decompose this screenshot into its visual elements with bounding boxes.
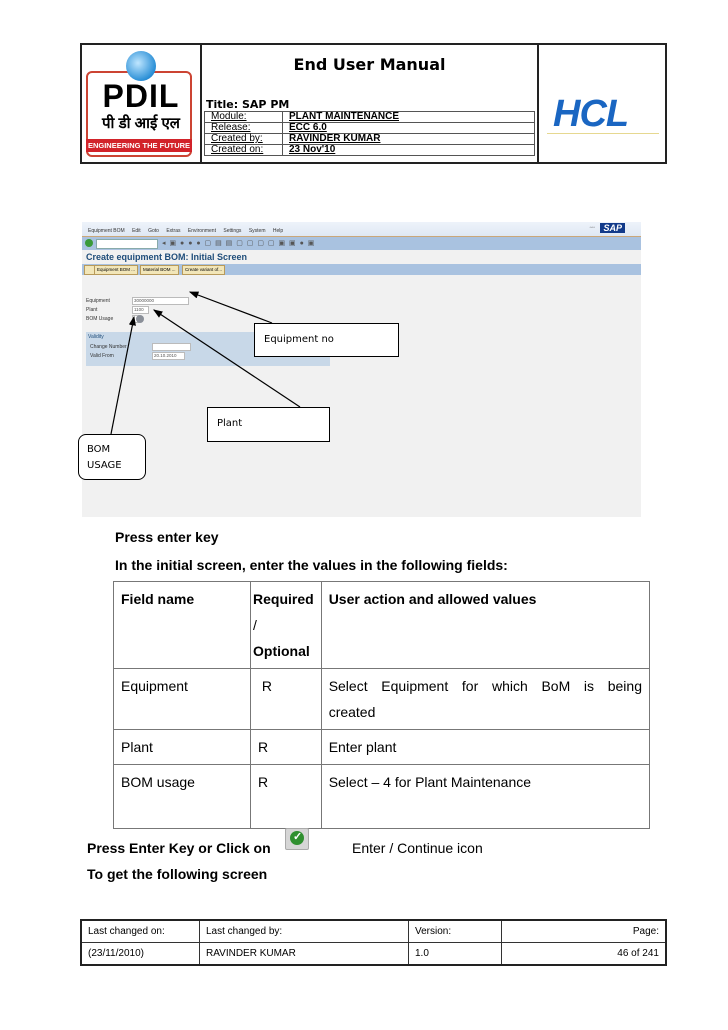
footer-label: Last changed by: bbox=[199, 919, 409, 943]
cell-action: Select Equipment for which BoM is being c… bbox=[320, 668, 651, 730]
table-row: Plant R Enter plant bbox=[113, 729, 651, 765]
callout-plant: Plant bbox=[207, 407, 330, 442]
meta-value: RAVINDER KUMAR bbox=[282, 133, 535, 145]
callout-bom-text-1: BOM bbox=[87, 444, 111, 455]
document-header: PDIL पी डी आई एल ENGINEERING THE FUTURE … bbox=[80, 43, 667, 164]
globe-icon bbox=[126, 51, 156, 81]
footer-label: Last changed on: bbox=[80, 919, 200, 943]
callout-bom-usage: BOM USAGE bbox=[78, 434, 146, 480]
sap-screenshot: Equipment BOM Edit Goto Extras Environme… bbox=[78, 222, 641, 517]
footer-label-row: Last changed on: Last changed by: Versio… bbox=[80, 919, 667, 943]
last-changed-on: (23/11/2010) bbox=[80, 942, 200, 966]
pdil-logo-hindi: पी डी आई एल bbox=[102, 115, 180, 132]
cell-required: R bbox=[250, 668, 322, 730]
meta-value: PLANT MAINTENANCE bbox=[282, 111, 535, 123]
page-number: 46 of 241 bbox=[501, 942, 667, 966]
callout-arrows bbox=[110, 291, 301, 435]
fields-table: Field name Required / Optional User action… bbox=[113, 581, 651, 829]
meta-table: Module: PLANT MAINTENANCE Release: ECC 6.0… bbox=[204, 111, 535, 156]
header-user-action: User action and allowed values bbox=[320, 581, 651, 669]
cell-field: Equipment bbox=[113, 668, 251, 730]
meta-key: Release: bbox=[204, 122, 283, 134]
press-enter-text: Press enter key bbox=[115, 529, 219, 545]
cell-action: Select – 4 for Plant Maintenance bbox=[320, 764, 651, 829]
meta-key: Created on: bbox=[204, 144, 283, 156]
table-row: BOM usage R Select – 4 for Plant Mainten… bbox=[113, 764, 651, 829]
callout-plant-text: Plant bbox=[217, 418, 243, 429]
cell-required: R bbox=[250, 764, 322, 829]
header-field-name: Field name bbox=[113, 581, 251, 669]
hcl-logo-cell: HCL bbox=[539, 45, 665, 162]
meta-row: Release: ECC 6.0 bbox=[204, 122, 535, 134]
meta-row: Module: PLANT MAINTENANCE bbox=[204, 111, 535, 123]
header-required-optional: Required / Optional bbox=[250, 581, 322, 669]
callout-equipment-text: Equipment no bbox=[264, 334, 334, 345]
last-changed-by: RAVINDER KUMAR bbox=[199, 942, 409, 966]
cell-action: Enter plant bbox=[320, 729, 651, 765]
meta-key: Created by: bbox=[204, 133, 283, 145]
bom-usage-arrow bbox=[110, 315, 136, 435]
footer-label: Page: bbox=[501, 919, 667, 943]
document-title: End User Manual bbox=[293, 55, 446, 74]
cell-field: Plant bbox=[113, 729, 251, 765]
title-line: Title: SAP PM bbox=[206, 98, 290, 111]
callout-bom-text-2: USAGE bbox=[87, 460, 122, 471]
document-footer: Last changed on: Last changed by: Versio… bbox=[80, 919, 667, 966]
meta-row: Created on: 23 Nov'10 bbox=[204, 144, 535, 156]
meta-value: ECC 6.0 bbox=[282, 122, 535, 134]
enter-continue-icon: ✓ bbox=[285, 828, 309, 850]
cell-required: R bbox=[250, 729, 322, 765]
meta-row: Created by: RAVINDER KUMAR bbox=[204, 133, 535, 145]
enter-icon-label: Enter / Continue icon bbox=[352, 840, 483, 856]
version: 1.0 bbox=[408, 942, 502, 966]
footer-label: Version: bbox=[408, 919, 502, 943]
hcl-logo: HCL bbox=[553, 93, 629, 135]
hcl-underline bbox=[547, 133, 659, 134]
pdil-logo: PDIL पी डी आई एल ENGINEERING THE FUTURE bbox=[82, 45, 202, 162]
cell-field: BOM usage bbox=[113, 764, 251, 829]
header-title-cell: End User Manual Title: SAP PM Module: PLA… bbox=[202, 45, 539, 162]
following-screen-text: To get the following screen bbox=[87, 866, 268, 882]
pdil-tagline: ENGINEERING THE FUTURE bbox=[86, 139, 192, 152]
table-header-row: Field name Required / Optional User action… bbox=[113, 581, 651, 669]
equipment-arrow bbox=[188, 291, 273, 324]
meta-value: 23 Nov'10 bbox=[282, 144, 535, 156]
footer-value-row: (23/11/2010) RAVINDER KUMAR 1.0 46 of 24… bbox=[80, 942, 667, 966]
pdil-logo-text: PDIL bbox=[102, 78, 180, 114]
press-enter-click-text: Press Enter Key or Click on bbox=[87, 840, 271, 856]
meta-key: Module: bbox=[204, 111, 283, 123]
callout-equipment: Equipment no bbox=[254, 323, 399, 357]
table-row: Equipment R Select Equipment for which B… bbox=[113, 668, 651, 730]
intro-text: In the initial screen, enter the values … bbox=[115, 557, 508, 573]
